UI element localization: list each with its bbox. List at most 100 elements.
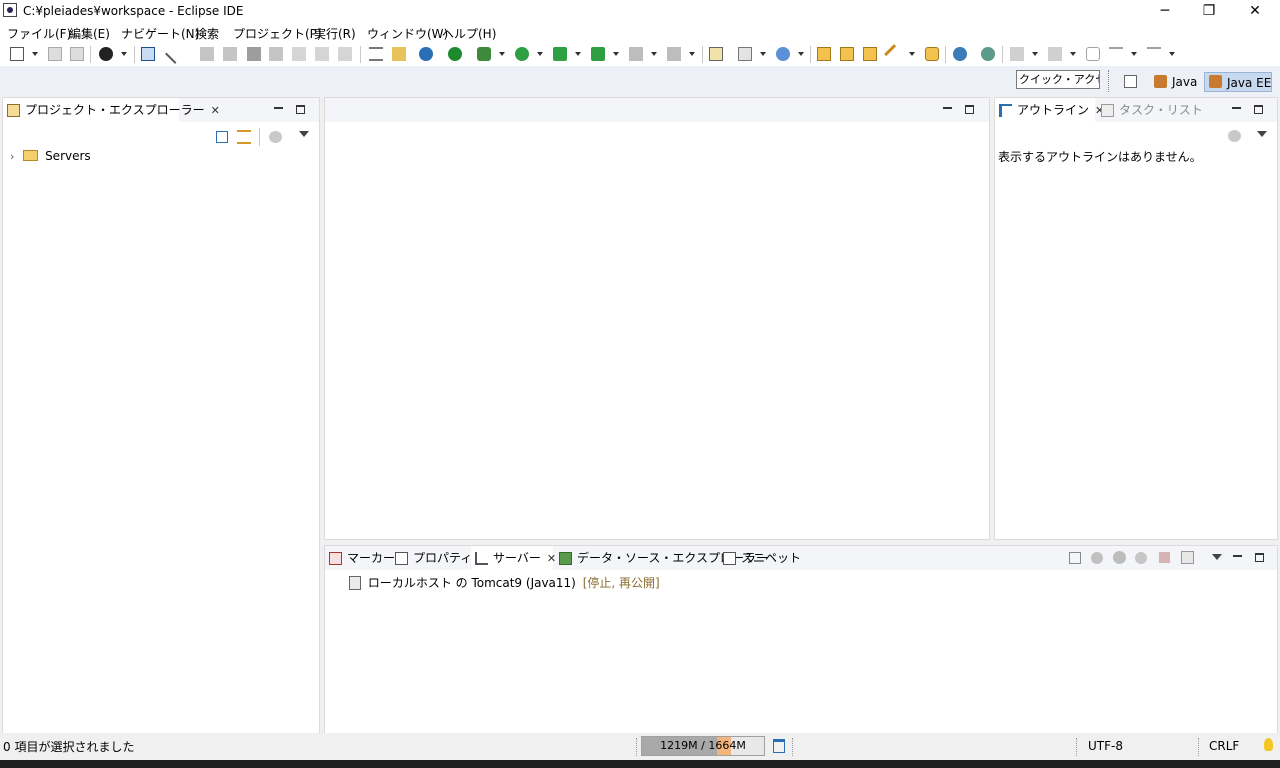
menu-help[interactable]: ヘルプ(H) [442,25,496,42]
maximize-icon[interactable] [1255,553,1264,562]
resume-icon[interactable] [200,47,214,61]
save-icon[interactable] [48,47,62,61]
java-perspective-button[interactable]: Java [1150,72,1202,92]
deploy-dropdown-icon[interactable] [689,52,695,56]
debug-dropdown-icon[interactable] [499,52,505,56]
menu-window[interactable]: ウィンドウ(W) [367,25,448,42]
back-arrow-icon[interactable] [1109,47,1123,61]
filters-icon[interactable] [269,131,282,143]
terminal-icon[interactable] [141,47,155,61]
next-annotation-dropdown-icon[interactable] [1032,52,1038,56]
tab-outline[interactable]: アウトライン ✕ [995,98,1104,122]
coverage-dropdown-icon[interactable] [575,52,581,56]
tab-data-source-explorer[interactable]: データ・ソース・エクスプローラー [555,546,768,570]
garbage-collect-icon[interactable] [773,739,785,753]
debug-icon[interactable] [477,47,491,61]
maximize-icon[interactable] [1254,105,1263,114]
menu-navigate[interactable]: ナビゲート(N) [121,25,199,42]
back-dropdown-icon[interactable] [1131,52,1137,56]
maximize-icon[interactable] [965,105,974,114]
coverage-icon[interactable] [553,47,567,61]
new-web-icon[interactable] [776,47,790,61]
next-annotation-icon[interactable] [1010,47,1024,61]
restore-button[interactable]: ❐ [1186,0,1232,22]
menu-search[interactable]: 検索 [195,25,219,42]
close-icon[interactable]: ✕ [211,99,220,123]
new-server-icon[interactable] [738,47,752,61]
tab-project-explorer[interactable]: プロジェクト・エクスプローラー ✕ [3,98,220,122]
globe-icon[interactable] [953,47,967,61]
link-with-editor-icon[interactable] [237,130,251,144]
account-icon[interactable] [99,47,113,61]
minimize-button[interactable]: ─ [1142,0,1188,22]
heap-status[interactable]: 1219M / 1664M [641,736,765,756]
search-plugin-icon[interactable] [981,47,995,61]
view-menu-icon[interactable] [1257,131,1267,137]
settings-gear-icon[interactable] [419,47,433,61]
suspend-icon[interactable] [223,47,237,61]
filters-icon[interactable] [1228,130,1241,142]
view-menu-icon[interactable] [1212,554,1222,560]
search-dropdown-icon[interactable] [909,52,915,56]
menu-run[interactable]: 実行(R) [314,25,356,42]
menu-project[interactable]: プロジェクト(P) [233,25,322,42]
forward-arrow-icon[interactable] [1147,47,1161,61]
previous-annotation-icon[interactable] [1048,47,1062,61]
tree-item-servers[interactable]: › Servers [10,149,91,163]
new-icon[interactable] [10,47,24,61]
toggle-block-selection-icon[interactable] [392,47,406,61]
forward-dropdown-icon[interactable] [1169,52,1175,56]
encoding-status[interactable]: UTF-8 [1088,739,1123,753]
skip-breakpoints-icon[interactable] [165,44,185,64]
deploy-icon[interactable] [667,47,681,61]
close-button[interactable]: ✕ [1232,0,1278,22]
account-dropdown-icon[interactable] [121,52,127,56]
open-type-icon[interactable] [817,47,831,61]
tab-servers[interactable]: サーバー ✕ [471,546,556,570]
run-dropdown-icon[interactable] [537,52,543,56]
toggle-mark-occurrences-icon[interactable] [369,47,383,61]
stop-dropdown-icon[interactable] [651,52,657,56]
new-dropdown-icon[interactable] [32,52,38,56]
stop-server-icon[interactable] [1159,552,1170,563]
debug-server-icon[interactable] [1091,552,1103,564]
tab-markers[interactable]: マーカー [325,546,395,570]
publish-icon[interactable] [1181,551,1194,564]
step-into-icon[interactable] [292,47,306,61]
minimize-icon[interactable] [1233,555,1242,557]
collapse-all-icon[interactable] [1069,552,1081,564]
server-start-icon[interactable] [448,47,462,61]
open-resource-icon[interactable] [840,47,854,61]
external-tools-dropdown-icon[interactable] [613,52,619,56]
collapse-all-icon[interactable] [216,131,228,143]
external-tools-icon[interactable] [591,47,605,61]
new-web-dropdown-icon[interactable] [798,52,804,56]
minimize-icon[interactable] [943,107,952,109]
java-ee-perspective-button[interactable]: Java EE [1204,72,1272,92]
minimize-icon[interactable] [274,107,283,109]
step-over-icon[interactable] [315,47,329,61]
view-menu-icon[interactable] [299,131,309,137]
maximize-icon[interactable] [296,105,305,114]
server-row[interactable]: ローカルホスト の Tomcat9 (Java11) [停止, 再公開] [349,574,660,591]
terminate-icon[interactable] [247,47,261,61]
lightbulb-icon[interactable] [1264,738,1273,751]
new-server-dropdown-icon[interactable] [760,52,766,56]
disconnect-icon[interactable] [269,47,283,61]
save-all-icon[interactable] [70,47,84,61]
start-server-icon[interactable] [1113,551,1126,564]
tab-snippets[interactable]: スニペット [719,546,801,570]
menu-file[interactable]: ファイル(F) [7,25,71,42]
run-icon[interactable] [515,47,529,61]
line-ending-status[interactable]: CRLF [1209,739,1239,753]
open-folder-icon[interactable] [925,47,939,61]
last-edit-location-icon[interactable] [1086,47,1100,61]
previous-annotation-dropdown-icon[interactable] [1070,52,1076,56]
quick-access-field[interactable]: クイック・アクセス [1016,70,1100,89]
search-icon[interactable] [884,44,904,64]
step-return-icon[interactable] [338,47,352,61]
tab-task-list[interactable]: タスク・リスト [1097,98,1203,122]
menu-edit[interactable]: 編集(E) [69,25,110,42]
stop-icon[interactable] [629,47,643,61]
new-class-icon[interactable] [709,47,723,61]
